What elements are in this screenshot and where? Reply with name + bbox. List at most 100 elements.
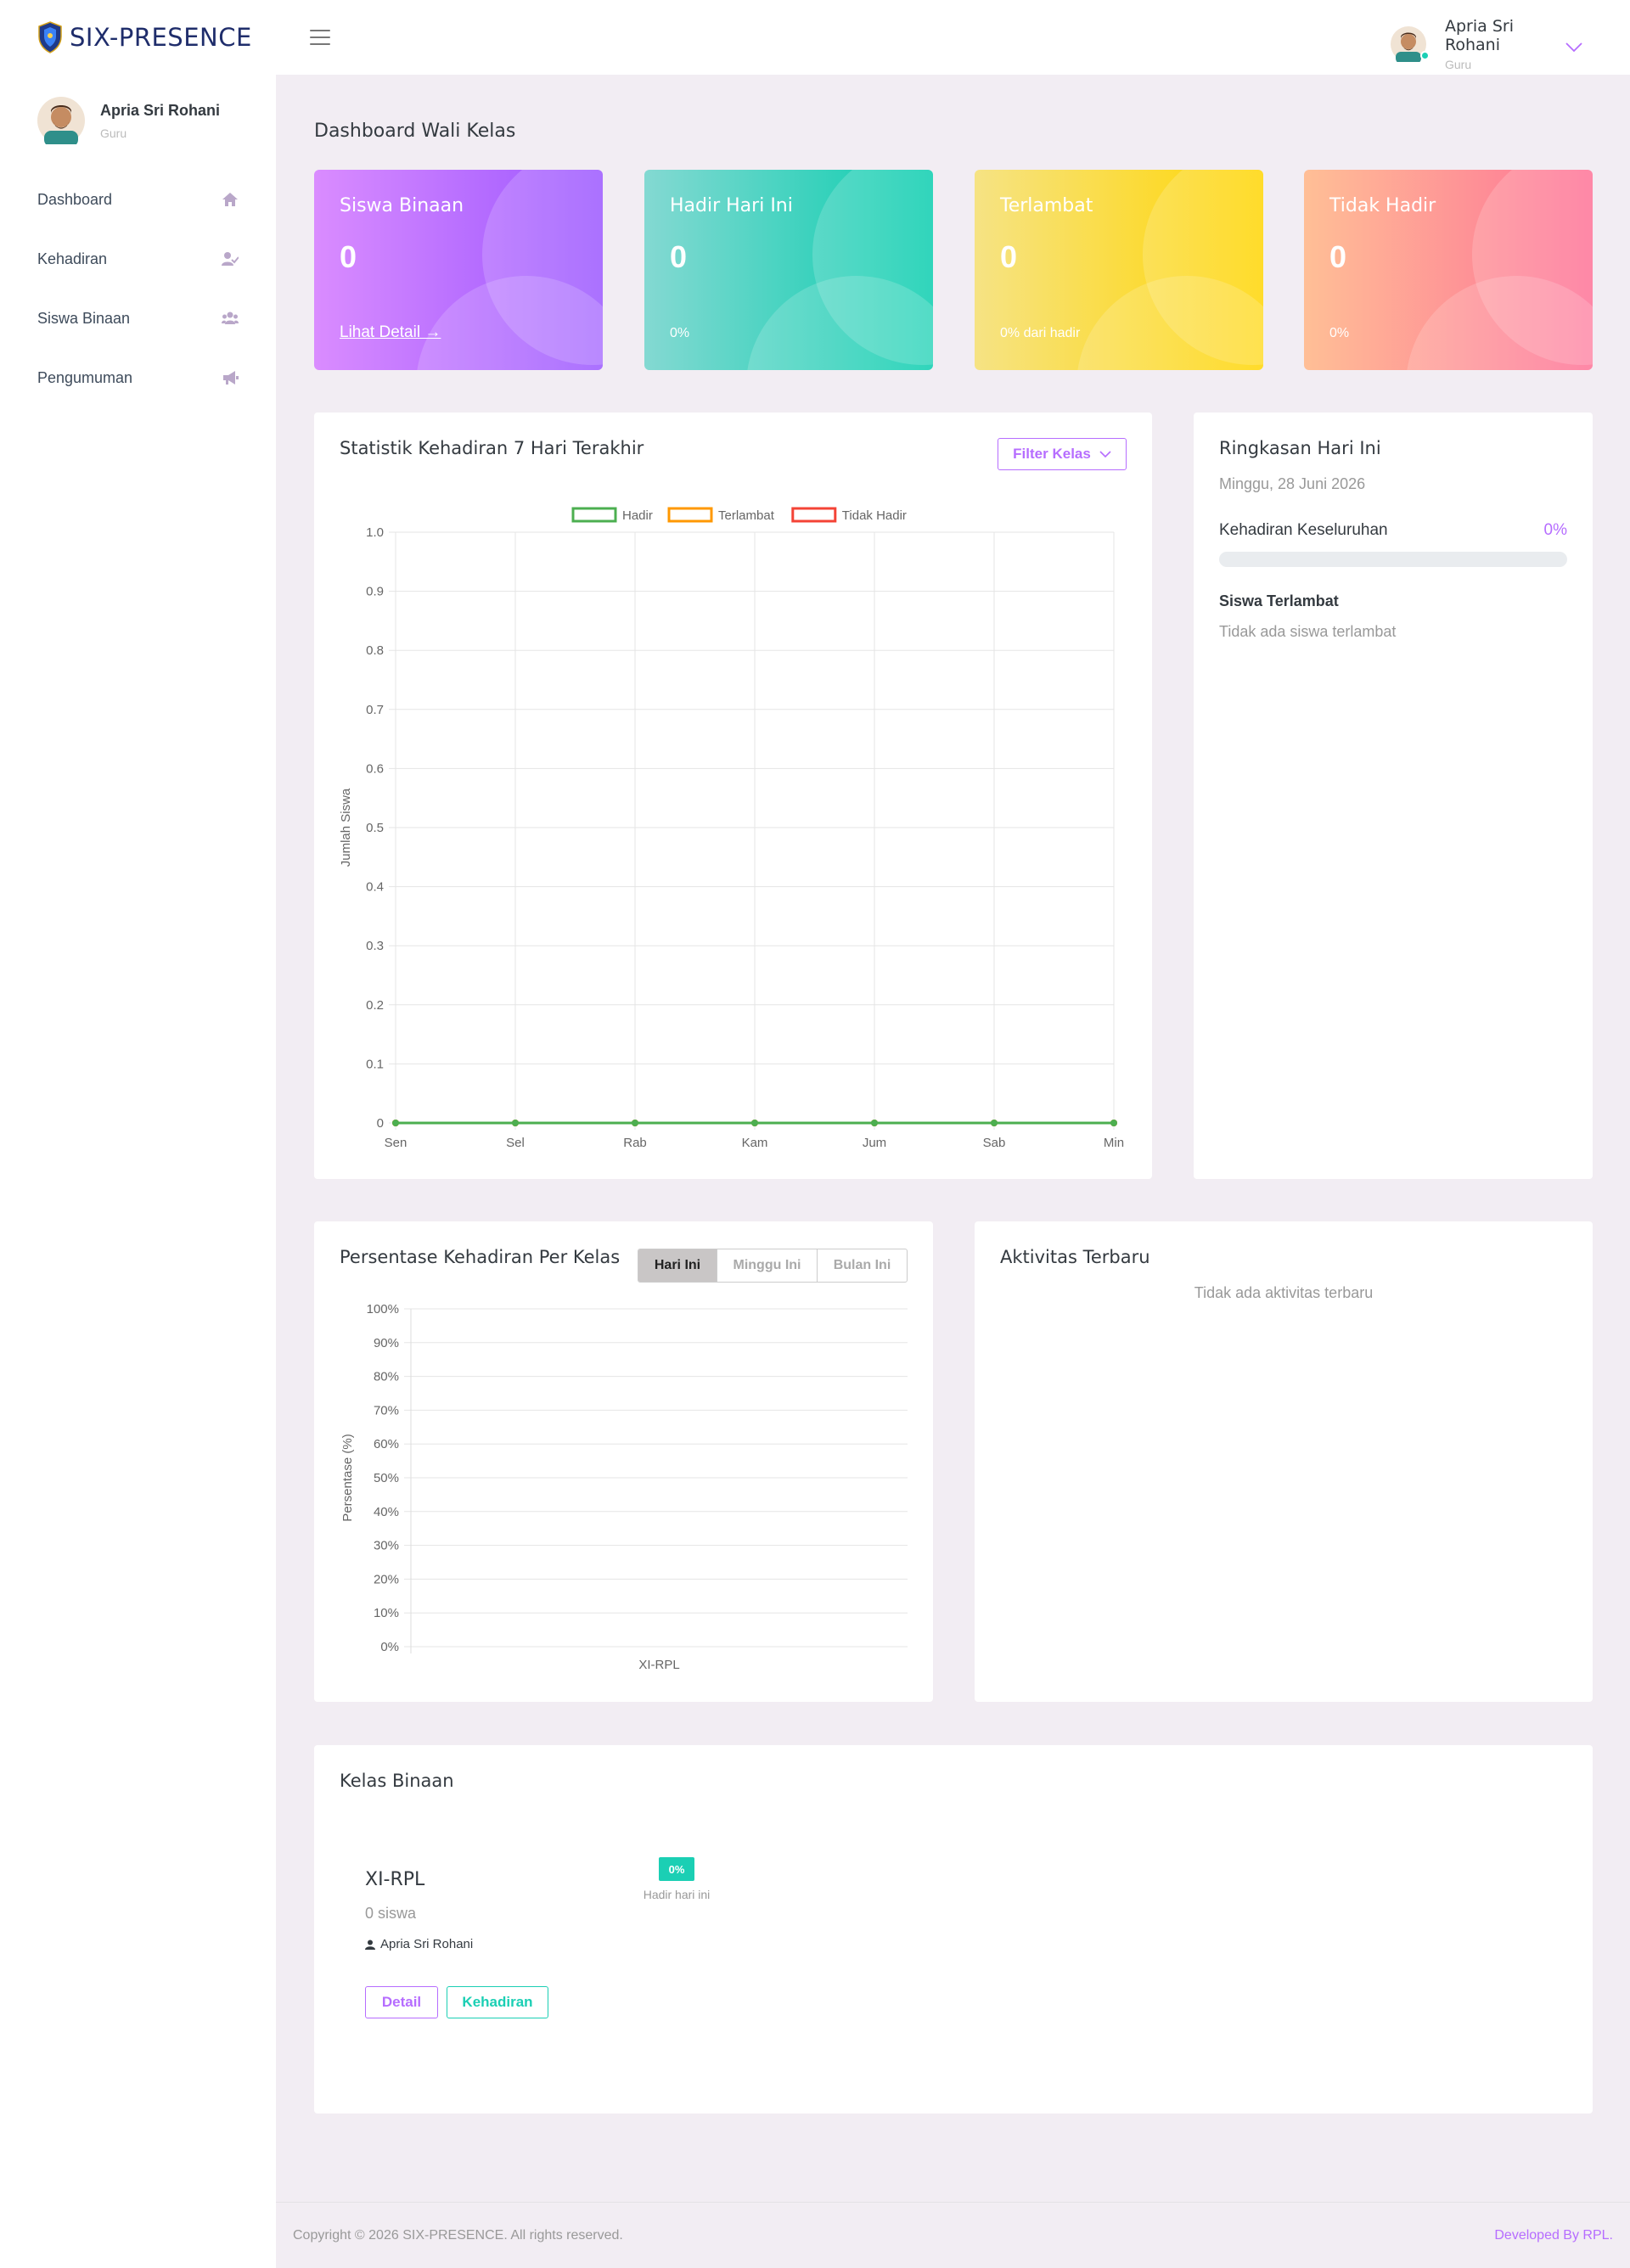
x-tick-label: Kam (742, 1136, 768, 1150)
stat-card-tidak-hadir: Tidak Hadir 0 0% (1304, 170, 1593, 370)
legend-label: Tidak Hadir (842, 508, 907, 523)
sidebar-item-siswa-binaan[interactable]: Siswa Binaan (0, 289, 276, 348)
sidebar-item-label: Pengumuman (37, 368, 133, 386)
menu-toggle-icon[interactable] (310, 30, 330, 45)
navbar-user-name: Apria Sri Rohani (1445, 17, 1514, 54)
home-icon (222, 193, 238, 206)
sidebar-item-label: Siswa Binaan (37, 309, 131, 327)
per-class-bar-chart: 0% 10% 20% 30% 40% 50% 60% 70% 80% 90% 100% Persent… (340, 1302, 908, 1672)
kelas-detail-button[interactable]: Detail (365, 1986, 438, 2018)
stat-card-siswa-binaan: Siswa Binaan 0 Lihat Detail → (314, 170, 603, 370)
summary-date: Minggu, 28 Juni 2026 (1219, 475, 1366, 492)
sidebar-item-label: Dashboard (37, 190, 113, 208)
y-tick-label: 0.4 (366, 880, 384, 895)
kelas-binaan-title: Kelas Binaan (340, 1771, 454, 1791)
navbar-user-role: Guru (1445, 58, 1472, 71)
chevron-down-icon (1565, 42, 1582, 53)
x-tick-label: Jum (863, 1136, 886, 1150)
x-tick-label: Sen (385, 1136, 408, 1150)
x-tick-label: Rab (623, 1136, 647, 1150)
footer: Copyright © 2026 SIX-PRESENCE. All right… (276, 2202, 1630, 2268)
stat-value: 0 (670, 239, 688, 274)
y-tick-label: 50% (374, 1471, 399, 1485)
y-axis-label: Persentase (%) (340, 1434, 355, 1521)
avatar (1391, 26, 1430, 64)
megaphone-icon (223, 371, 239, 385)
sidebar-item-kehadiran[interactable]: Kehadiran (0, 229, 276, 289)
stat-value: 0 (1329, 239, 1347, 274)
y-tick-label: 20% (374, 1572, 399, 1586)
avatar (37, 97, 85, 144)
activity-empty: Tidak ada aktivitas terbaru (1194, 1284, 1374, 1301)
sidebar-item-dashboard[interactable]: Dashboard (0, 170, 276, 229)
y-tick-label: 60% (374, 1437, 399, 1451)
y-tick-label: 1.0 (366, 525, 384, 540)
data-point (392, 1120, 399, 1126)
sidebar-profile[interactable]: Apria Sri Rohani Guru (0, 75, 276, 144)
stat-value: 0 (340, 239, 357, 274)
view-detail-link[interactable]: Lihat Detail → (340, 323, 441, 342)
y-tick-label: 70% (374, 1403, 399, 1418)
sidebar-profile-role: Guru (100, 126, 127, 140)
data-point (991, 1120, 998, 1126)
footer-developer[interactable]: Developed By RPL. (1494, 2228, 1613, 2243)
data-point (751, 1120, 758, 1126)
user-icon (365, 1940, 375, 1950)
attendance-badge: 0% (659, 1857, 694, 1881)
data-point (512, 1120, 519, 1126)
user-dropdown[interactable]: Apria Sri Rohani Guru (1391, 17, 1582, 71)
sidebar-item-label: Kehadiran (37, 250, 108, 267)
y-tick-label: 90% (374, 1336, 399, 1350)
online-status-dot (1420, 51, 1430, 60)
stat-footer: 0% dari hadir (1000, 326, 1081, 340)
users-icon (222, 312, 239, 324)
kelas-attendance-button[interactable]: Kehadiran (447, 1986, 548, 2018)
y-tick-label: 100% (367, 1302, 399, 1316)
x-tick-label: Sab (983, 1136, 1006, 1150)
y-tick-label: 0.3 (366, 939, 384, 953)
recent-activity-card: Aktivitas Terbaru Tidak ada aktivitas te… (975, 1221, 1593, 1702)
stat-footer: 0% (670, 326, 690, 340)
attendance-badge-label: Hadir hari ini (643, 1888, 711, 1901)
x-tick-label: XI-RPL (638, 1658, 679, 1672)
brand[interactable]: SIX-PRESENCE (0, 0, 276, 75)
sidebar-item-pengumuman[interactable]: Pengumuman (0, 348, 276, 407)
overall-attendance-label: Kehadiran Keseluruhan (1219, 521, 1388, 539)
data-point (871, 1120, 878, 1126)
sidebar: Apria Sri Rohani Guru Dashboard Kehadira… (0, 75, 276, 2268)
y-axis-label: Jumlah Siswa (339, 788, 353, 867)
overall-attendance-percent: 0% (1543, 521, 1567, 539)
kelas-teacher: Apria Sri Rohani (365, 1937, 473, 1951)
user-check-icon (222, 252, 239, 266)
y-tick-label: 40% (374, 1505, 399, 1519)
x-tick-label: Min (1104, 1136, 1124, 1150)
y-tick-label: 80% (374, 1370, 399, 1384)
sidebar-menu: Dashboard Kehadiran Siswa Binaan Pengumu… (0, 170, 276, 407)
data-point (632, 1120, 638, 1126)
legend-label: Hadir (622, 508, 653, 523)
stat-title: Tidak Hadir (1329, 195, 1436, 216)
sidebar-profile-name: Apria Sri Rohani (100, 101, 221, 119)
x-tick-label: Sel (506, 1136, 525, 1150)
legend-label: Terlambat (718, 508, 775, 523)
y-tick-label: 10% (374, 1606, 399, 1620)
activity-title: Aktivitas Terbaru (1000, 1247, 1150, 1267)
stat-footer: 0% (1329, 326, 1350, 340)
y-tick-label: 0.1 (366, 1057, 384, 1071)
late-students-title: Siswa Terlambat (1219, 592, 1339, 609)
data-point (1110, 1120, 1117, 1126)
footer-copyright: Copyright © 2026 SIX-PRESENCE. All right… (293, 2227, 623, 2243)
kelas-teacher-name: Apria Sri Rohani (380, 1937, 474, 1951)
kelas-student-count: 0 siswa (365, 1905, 417, 1922)
y-tick-label: 0.8 (366, 643, 384, 658)
stat-card-terlambat: Terlambat 0 0% dari hadir (975, 170, 1263, 370)
y-tick-label: 0.7 (366, 703, 384, 717)
kelas-name: XI-RPL (365, 1869, 425, 1890)
legend-swatch (571, 507, 617, 523)
legend-swatch (791, 507, 837, 523)
per-class-card: Persentase Kehadiran Per Kelas Hari Ini … (314, 1221, 933, 1702)
y-tick-label: 0% (380, 1640, 399, 1654)
y-tick-label: 0.5 (366, 821, 384, 835)
top-navbar: SIX-PRESENCE Apria Sri Rohani Guru (0, 0, 1630, 75)
summary-title: Ringkasan Hari Ini (1219, 438, 1381, 458)
